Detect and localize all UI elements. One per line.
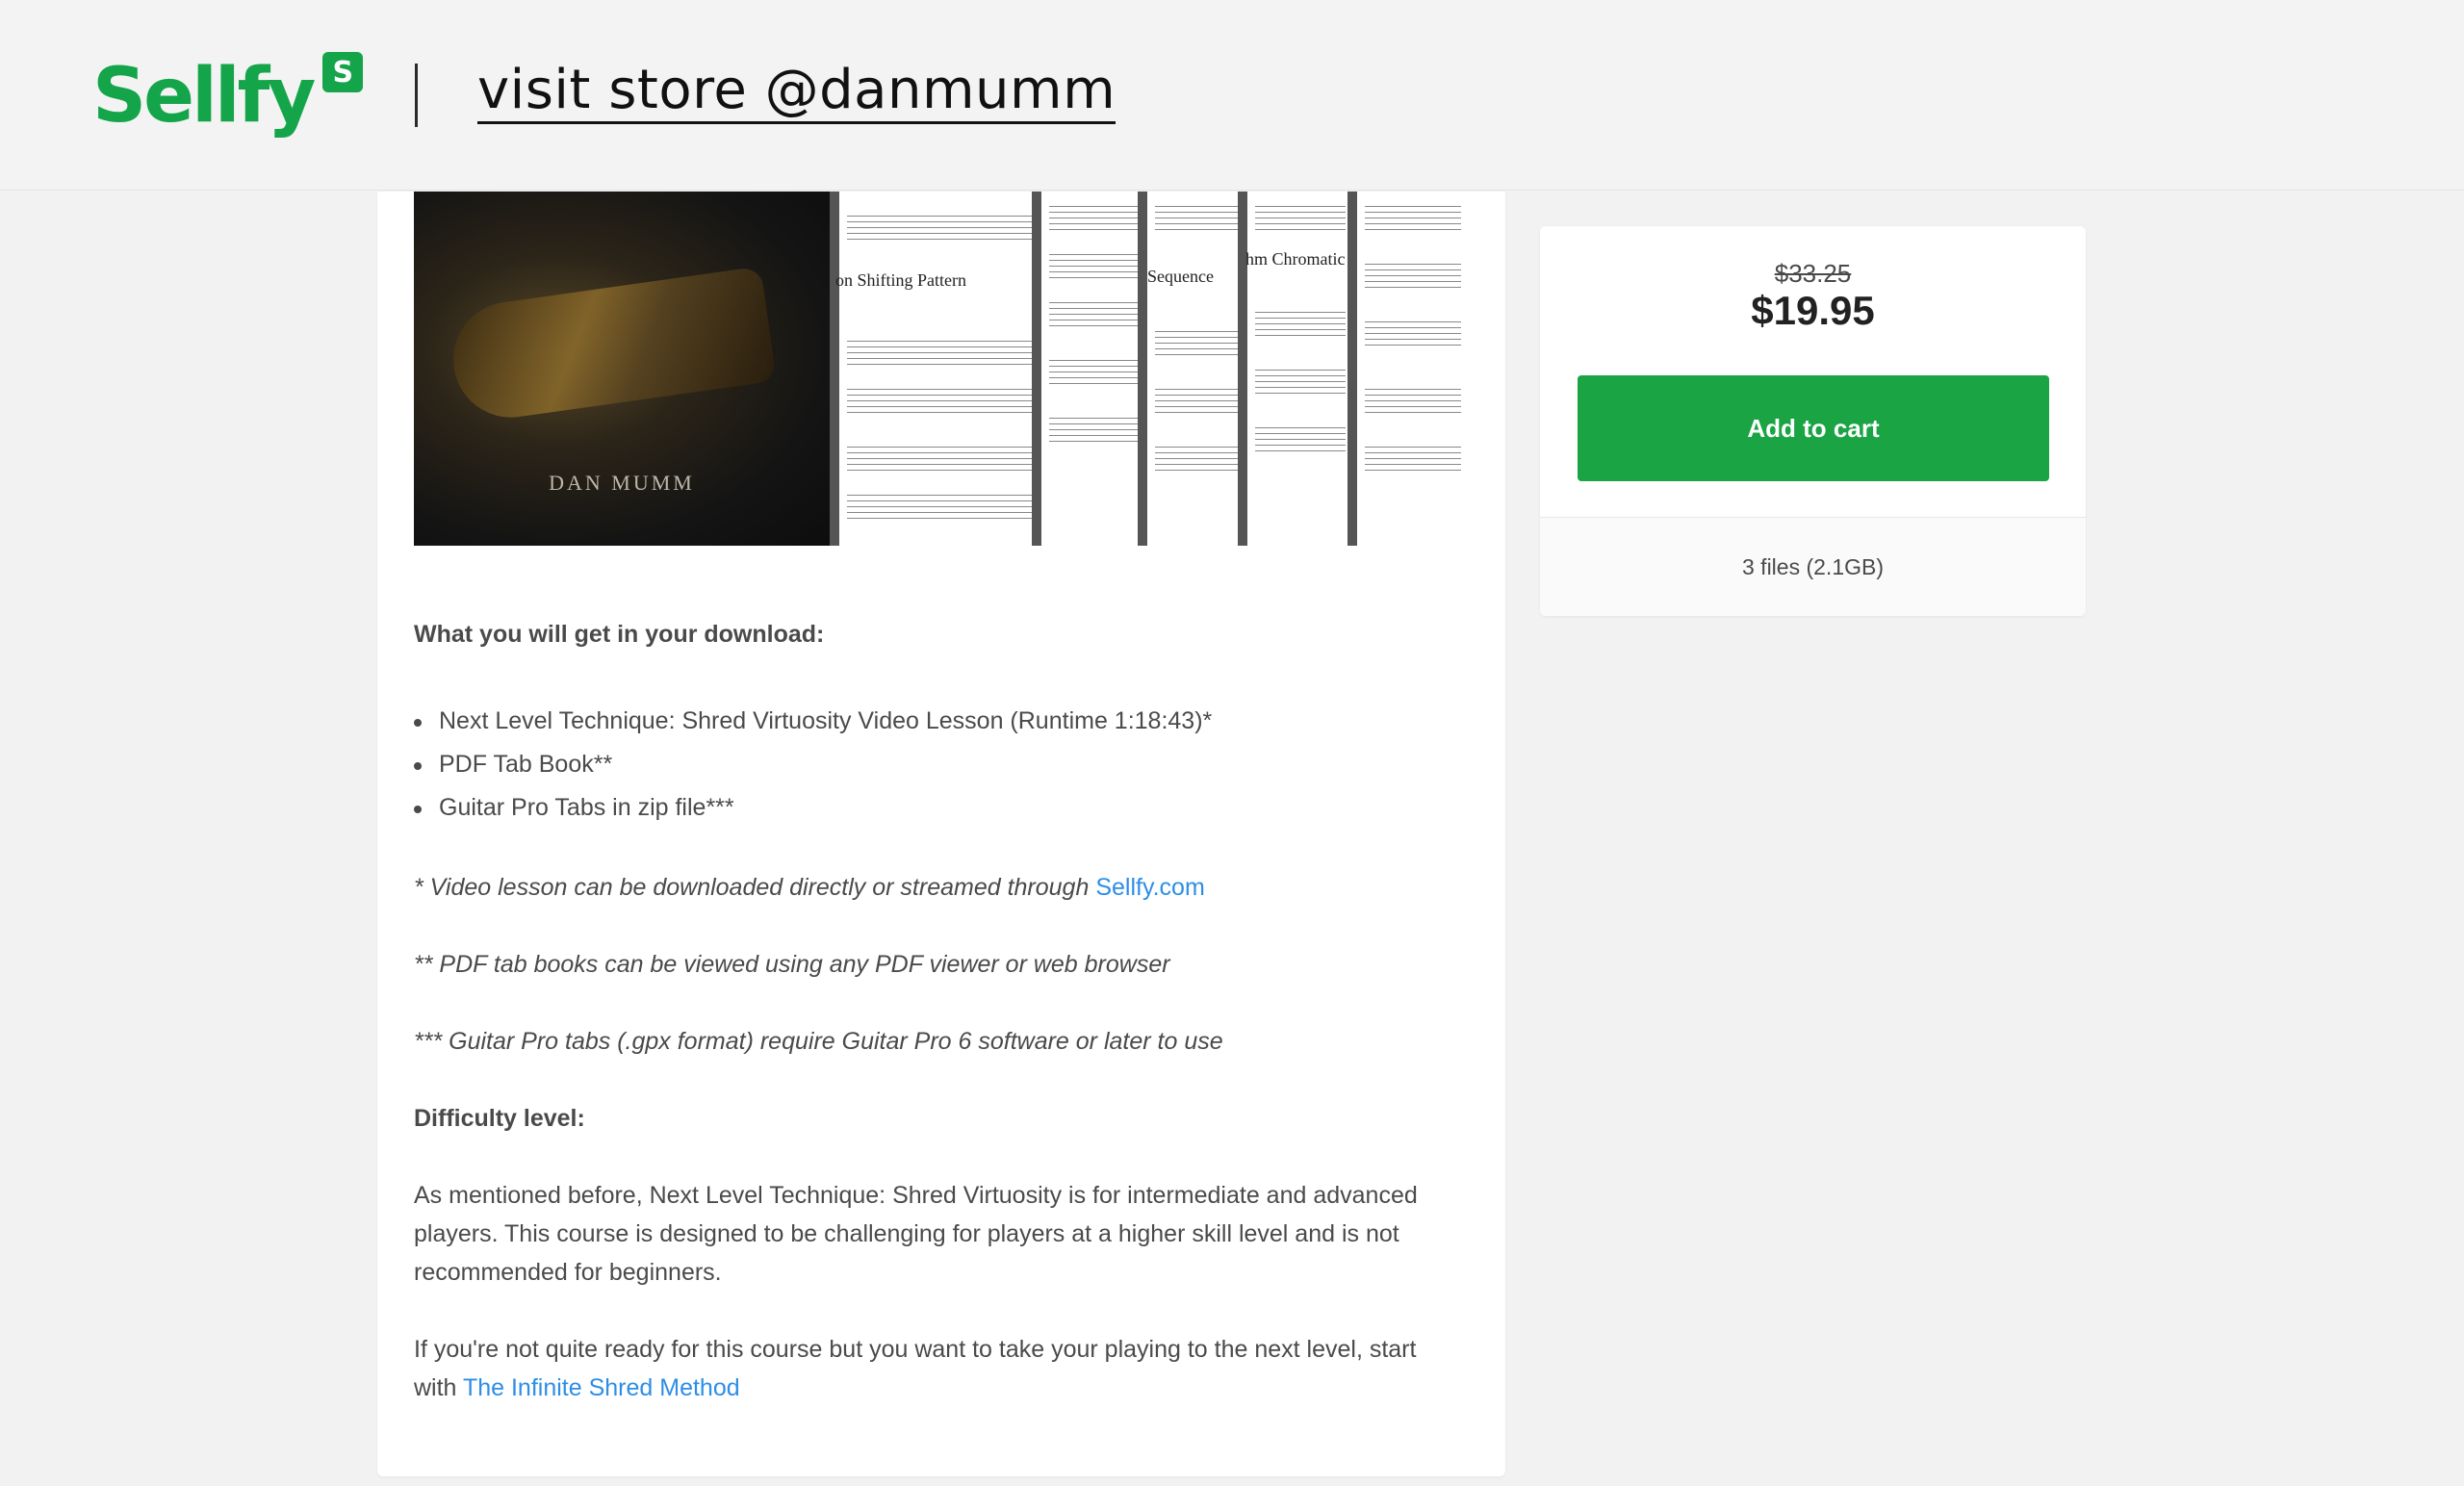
tab-sheet-page: on Shifting Pattern	[830, 192, 1051, 546]
sheet-caption: hm Chromatic	[1245, 249, 1346, 269]
download-items-list: Next Level Technique: Shred Virtuosity V…	[414, 700, 1463, 830]
tab-sheet-page	[1032, 192, 1147, 546]
logo-text: Sellfy	[92, 53, 316, 140]
purchase-card: $33.25 $19.95 Add to cart 3 files (2.1GB…	[1540, 226, 2086, 616]
download-heading: What you will get in your download:	[414, 621, 825, 648]
tab-sheet-page: Sequence	[1138, 192, 1245, 546]
sheet-caption: Sequence	[1147, 267, 1214, 286]
guitar-pro-note: *** Guitar Pro tabs (.gpx format) requir…	[414, 1028, 1223, 1055]
add-to-cart-button[interactable]: Add to cart	[1578, 375, 2049, 481]
header-divider	[415, 64, 418, 127]
closing-text: If you're not quite ready for this cours…	[414, 1330, 1463, 1407]
album-name: DAN MUMM	[549, 471, 695, 495]
video-note: * Video lesson can be downloaded directl…	[414, 868, 1463, 907]
infinite-shred-method-link[interactable]: The Infinite Shred Method	[463, 1374, 740, 1401]
tab-sheet-page	[1348, 192, 1469, 546]
list-item: PDF Tab Book**	[414, 743, 1463, 786]
product-description: What you will get in your download: Next…	[414, 615, 1463, 1407]
top-header: Sellfy S visit store @danmumm	[0, 0, 2464, 191]
sale-price: $19.95	[1751, 288, 1875, 333]
sellfy-link[interactable]: Sellfy.com	[1095, 874, 1204, 901]
video-note-text: * Video lesson can be downloaded directl…	[414, 874, 1096, 901]
sheet-caption: on Shifting Pattern	[835, 270, 966, 290]
logo-badge-icon: S	[322, 52, 364, 92]
difficulty-heading: Difficulty level:	[414, 1105, 585, 1132]
guitar-image	[446, 266, 777, 425]
list-item: Next Level Technique: Shred Virtuosity V…	[414, 700, 1463, 743]
visit-store-link[interactable]: visit store @danmumm	[477, 60, 1116, 124]
sellfy-logo[interactable]: Sellfy S	[92, 48, 364, 144]
product-cover-image: DAN MUMM on Shifting Pattern Sequence hm…	[414, 192, 1469, 546]
files-info-text: 3 files (2.1GB)	[1742, 553, 1884, 579]
pdf-note: ** PDF tab books can be viewed using any…	[414, 951, 1170, 978]
files-info: 3 files (2.1GB)	[1540, 517, 2086, 616]
list-item: Guitar Pro Tabs in zip file***	[414, 786, 1463, 830]
original-price: $33.25	[1774, 259, 1852, 288]
difficulty-text: As mentioned before, Next Level Techniqu…	[414, 1182, 1418, 1286]
product-description-card: DAN MUMM on Shifting Pattern Sequence hm…	[377, 192, 1505, 1476]
album-cover: DAN MUMM	[414, 192, 830, 546]
tab-sheet-page: hm Chromatic	[1238, 192, 1353, 546]
